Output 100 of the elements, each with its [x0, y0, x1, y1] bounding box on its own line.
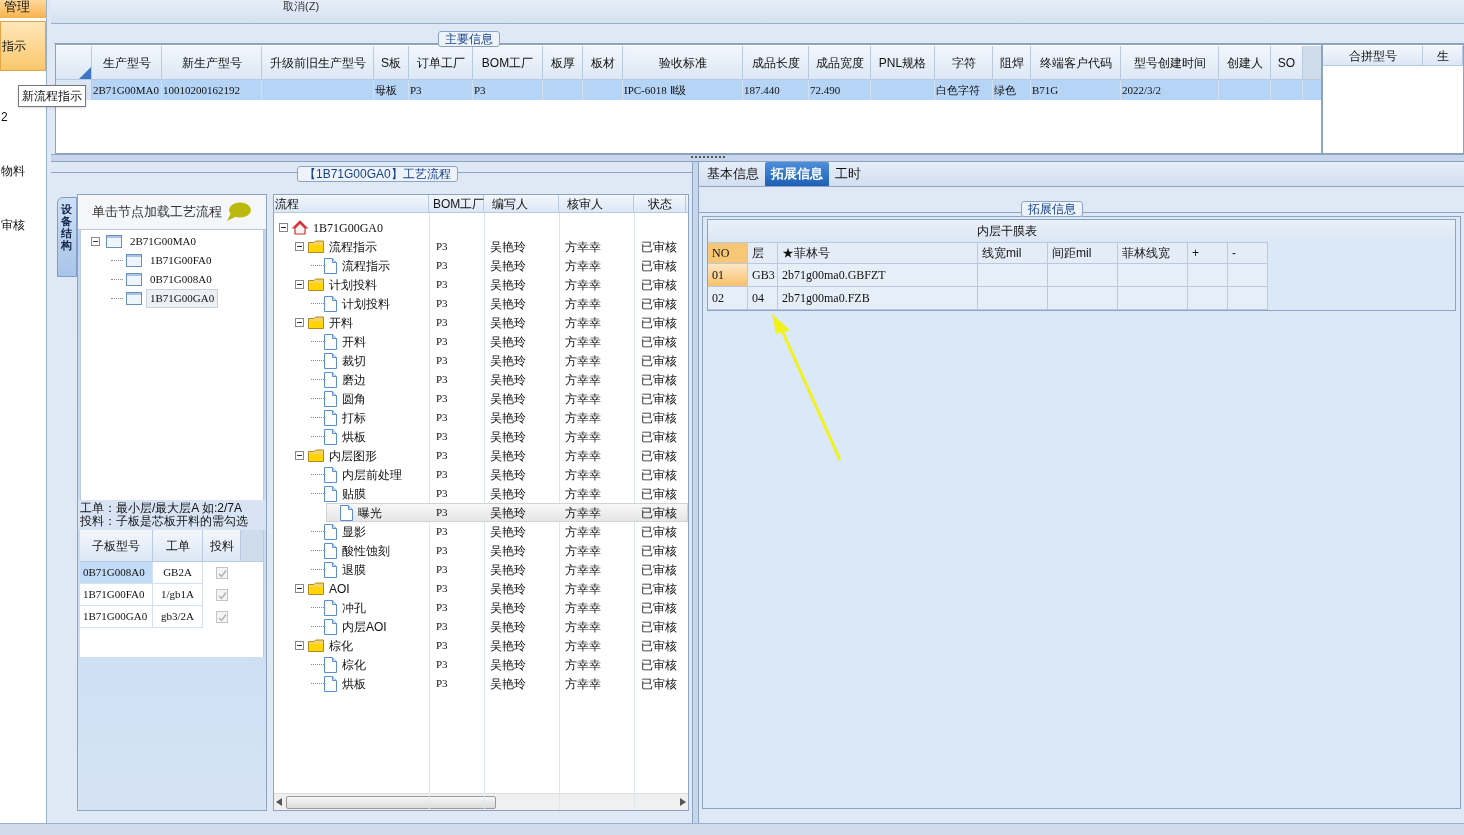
scroll-right-icon[interactable] — [680, 798, 686, 806]
column-header[interactable]: NO — [708, 242, 748, 264]
column-header[interactable]: 板厚 — [543, 46, 583, 79]
tab[interactable]: 基本信息 — [701, 162, 765, 186]
tree-row[interactable]: 开料 P3 吴艳玲 方幸幸 已审核 — [274, 313, 688, 332]
tree-row[interactable]: 退膜 P3 吴艳玲 方幸幸 已审核 — [274, 560, 688, 579]
collapse-toggle[interactable] — [295, 318, 304, 327]
column-header[interactable]: 订单工厂 — [409, 46, 473, 79]
row-indicator[interactable]: 02 — [708, 287, 748, 310]
tree-row[interactable]: 显影 P3 吴艳玲 方幸幸 已审核 — [274, 522, 688, 541]
column-header[interactable]: BOM工厂 — [473, 46, 543, 79]
column-header[interactable]: 字符 — [935, 46, 993, 79]
tab[interactable]: 拓展信息 — [765, 162, 829, 186]
column-header[interactable]: 验收标准 — [623, 46, 743, 79]
column-header[interactable]: 间距mil — [1048, 242, 1118, 264]
column-header[interactable]: 线宽mil — [978, 242, 1048, 264]
tree-row[interactable]: 烘板 P3 吴艳玲 方幸幸 已审核 — [274, 427, 688, 446]
table-cell: 吴艳玲 — [490, 277, 526, 292]
checkbox[interactable] — [216, 589, 228, 601]
collapse-toggle[interactable] — [279, 223, 288, 232]
tree-node[interactable]: 2B71G00MA0 — [126, 232, 200, 251]
column-header[interactable]: 板材 — [583, 46, 623, 79]
cancel-button[interactable]: 取消(Z) — [279, 0, 324, 12]
tree-row[interactable]: 棕化 P3 吴艳玲 方幸幸 已审核 — [274, 636, 688, 655]
column-header[interactable]: + — [1188, 242, 1228, 264]
tree-row[interactable]: 打标 P3 吴艳玲 方幸幸 已审核 — [274, 408, 688, 427]
column-header[interactable]: 编写人 — [484, 195, 559, 212]
tree-row[interactable]: 磨边 P3 吴艳玲 方幸幸 已审核 — [274, 370, 688, 389]
process-name: 内层AOI — [342, 618, 387, 636]
process-name: 显影 — [342, 523, 366, 541]
tree-row[interactable]: 圆角 P3 吴艳玲 方幸幸 已审核 — [274, 389, 688, 408]
sidebar-item[interactable]: 审核 — [0, 217, 25, 233]
checkbox[interactable] — [216, 611, 228, 623]
table-cell: 已审核 — [641, 486, 677, 501]
sidebar-item[interactable]: 指示 — [0, 21, 46, 71]
column-header[interactable]: 成品宽度 — [809, 46, 871, 79]
column-header[interactable]: 创建人 — [1219, 46, 1271, 79]
table-cell — [1188, 264, 1228, 287]
table-cell[interactable]: 1B71G00FA0 — [80, 584, 153, 606]
column-header[interactable]: 流程 — [274, 195, 429, 212]
tree-row[interactable]: 流程指示 P3 吴艳玲 方幸幸 已审核 — [274, 256, 688, 275]
tree-row[interactable]: AOI P3 吴艳玲 方幸幸 已审核 — [274, 579, 688, 598]
column-header[interactable]: 层 — [748, 242, 778, 264]
tree-row[interactable]: 裁切 P3 吴艳玲 方幸幸 已审核 — [274, 351, 688, 370]
tree-row[interactable]: 1B71G00GA0 — [274, 218, 688, 237]
column-header[interactable]: 子板型号 — [80, 530, 153, 561]
column-header[interactable]: 菲林线宽 — [1118, 242, 1188, 264]
column-header[interactable]: 生 — [1423, 46, 1463, 65]
table-cell[interactable]: 0B71G008A0 — [80, 562, 153, 584]
column-header[interactable]: ★菲林号 — [778, 242, 978, 264]
tree-row[interactable]: 烘板 P3 吴艳玲 方幸幸 已审核 — [274, 674, 688, 693]
column-header[interactable]: 型号创建时间 — [1121, 46, 1219, 79]
column-header[interactable]: 成品长度 — [743, 46, 809, 79]
scroll-left-icon[interactable] — [276, 798, 282, 806]
tree-row[interactable]: 内层前处理 P3 吴艳玲 方幸幸 已审核 — [274, 465, 688, 484]
tab[interactable]: 工时 — [829, 162, 867, 186]
row-indicator[interactable]: 01 — [708, 264, 748, 287]
tree-row[interactable]: 开料 P3 吴艳玲 方幸幸 已审核 — [274, 332, 688, 351]
sidebar-item[interactable]: 2 — [0, 109, 8, 125]
collapse-toggle[interactable] — [295, 451, 304, 460]
column-header[interactable]: - — [1228, 242, 1268, 264]
column-header[interactable]: 新生产型号 — [162, 46, 262, 79]
column-header[interactable]: 升级前旧生产型号 — [262, 46, 374, 79]
scrollbar-thumb[interactable] — [286, 795, 496, 809]
tree-row[interactable]: 曝光 P3 吴艳玲 方幸幸 已审核 — [326, 503, 688, 522]
tree-row[interactable]: 内层AOI P3 吴艳玲 方幸幸 已审核 — [274, 617, 688, 636]
tree-node[interactable]: 0B71G008A0 — [146, 270, 216, 289]
collapse-toggle[interactable] — [295, 280, 304, 289]
column-header[interactable]: 工单 — [153, 530, 203, 561]
tree-row[interactable]: 流程指示 P3 吴艳玲 方幸幸 已审核 — [274, 237, 688, 256]
tree-row[interactable]: 内层图形 P3 吴艳玲 方幸幸 已审核 — [274, 446, 688, 465]
tree-node[interactable]: 1B71G00GA0 — [146, 289, 219, 308]
tree-row[interactable]: 冲孔 P3 吴艳玲 方幸幸 已审核 — [274, 598, 688, 617]
tree-row[interactable]: 计划投料 P3 吴艳玲 方幸幸 已审核 — [274, 275, 688, 294]
column-header[interactable]: 阻焊 — [993, 46, 1031, 79]
collapse-toggle[interactable] — [91, 237, 100, 246]
tree-row[interactable]: 酸性蚀刻 P3 吴艳玲 方幸幸 已审核 — [274, 541, 688, 560]
process-name: 烘板 — [342, 428, 366, 446]
column-header[interactable]: 终端客户代码 — [1031, 46, 1121, 79]
table-cell[interactable]: 1B71G00GA0 — [80, 606, 153, 628]
column-header[interactable]: PNL规格 — [871, 46, 935, 79]
column-header[interactable]: S板 — [374, 46, 409, 79]
column-header[interactable]: 生产型号 — [92, 46, 162, 79]
tree-row[interactable]: 贴膜 P3 吴艳玲 方幸幸 已审核 — [274, 484, 688, 503]
vertical-tab[interactable]: 设备结构 — [57, 197, 77, 277]
collapse-toggle[interactable] — [295, 641, 304, 650]
collapse-toggle[interactable] — [295, 584, 304, 593]
tree-row[interactable]: 计划投料 P3 吴艳玲 方幸幸 已审核 — [274, 294, 688, 313]
sidebar-item[interactable]: 物料 — [0, 163, 25, 179]
column-header[interactable]: 合拼型号 — [1323, 46, 1423, 65]
horizontal-scrollbar[interactable] — [274, 793, 688, 810]
column-header[interactable]: 状态 — [634, 195, 686, 212]
tree-row[interactable]: 棕化 P3 吴艳玲 方幸幸 已审核 — [274, 655, 688, 674]
document-icon — [324, 656, 337, 673]
table-cell: P3 — [436, 639, 448, 652]
column-header[interactable]: BOM工厂 — [429, 195, 484, 212]
tree-node[interactable]: 1B71G00FA0 — [146, 251, 216, 270]
checkbox[interactable] — [216, 567, 228, 579]
column-header[interactable]: 核审人 — [559, 195, 634, 212]
collapse-toggle[interactable] — [295, 242, 304, 251]
